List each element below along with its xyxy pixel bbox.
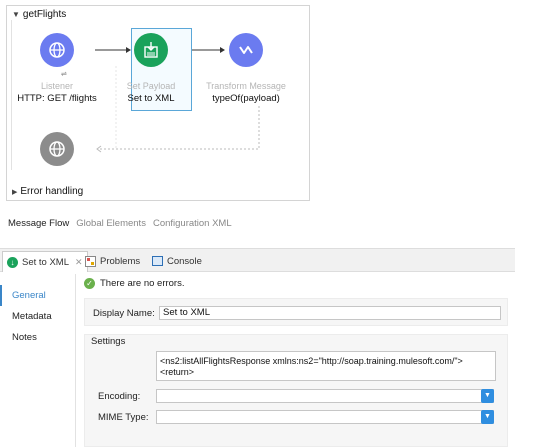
payload-value-field[interactable]: <ns2:listAllFlightsResponse xmlns:ns2="h… [156,351,496,381]
transform-icon [239,46,253,54]
set-payload-type-label: Set Payload [126,81,176,91]
error-handling-header[interactable]: ▶ Error handling [12,186,83,197]
tab-console-label: Console [167,255,202,267]
transform-name-label: typeOf(payload) [212,93,280,104]
chevron-down-icon[interactable]: ▼ [481,389,494,403]
tab-configuration-xml[interactable]: Configuration XML [153,218,232,229]
set-payload-node[interactable] [134,33,168,67]
error-handling-label: Error handling [20,186,84,197]
encoding-select[interactable]: ▼ [156,389,494,403]
encoding-label: Encoding: [98,391,141,402]
source-indicator-icon: ⇌ [61,71,67,78]
close-icon[interactable]: ✕ [75,257,83,268]
payload-line: <ns2:listAllFlightsResponse xmlns:ns2="h… [160,356,463,366]
response-node[interactable] [40,132,74,166]
transform-type-label: Transform Message [206,81,286,91]
display-name-label: Display Name: [93,308,155,319]
listener-node[interactable] [40,33,74,67]
properties-side-nav: General Metadata Notes [0,285,76,348]
tab-console[interactable]: Console [152,252,202,270]
set-payload-name-label: Set to XML [127,93,175,104]
globe-icon [49,141,65,157]
transform-node[interactable] [229,33,263,67]
validation-status: ✓ There are no errors. [84,278,184,289]
side-item-notes[interactable]: Notes [0,327,76,348]
side-item-metadata[interactable]: Metadata [0,306,76,327]
tab-problems-label: Problems [100,255,141,267]
status-text: There are no errors. [100,278,185,289]
payload-icon [144,42,158,58]
tab-message-flow[interactable]: Message Flow [8,218,69,229]
display-name-field[interactable]: Set to XML [159,306,501,320]
expand-triangle-icon[interactable]: ▶ [12,188,17,196]
mime-type-label: MIME Type: [98,412,149,423]
console-icon [152,256,163,266]
editor-view-tabs: Message Flow Global Elements Configurati… [8,218,232,229]
mime-type-select[interactable]: ▼ [156,410,494,424]
check-icon: ✓ [84,278,95,289]
flow-canvas[interactable]: ▼ getFlights ⇌ Listener HTTP: GET /fligh… [6,5,310,201]
chevron-down-icon[interactable]: ▼ [481,410,494,424]
set-payload-small-icon: ↓ [7,256,18,268]
payload-line: <return> [160,367,195,377]
tab-problems[interactable]: Problems [85,252,140,270]
tab-set-to-xml[interactable]: ↓ Set to XML ✕ [2,251,88,272]
side-item-general[interactable]: General [0,285,76,306]
tab-global-elements[interactable]: Global Elements [76,218,146,229]
panel-tab-bar: ↓ Set to XML ✕ Problems Console [0,248,515,272]
tab-set-to-xml-label: Set to XML [22,256,69,268]
settings-label: Settings [91,336,126,347]
globe-icon [49,42,65,58]
problems-icon [85,255,96,267]
